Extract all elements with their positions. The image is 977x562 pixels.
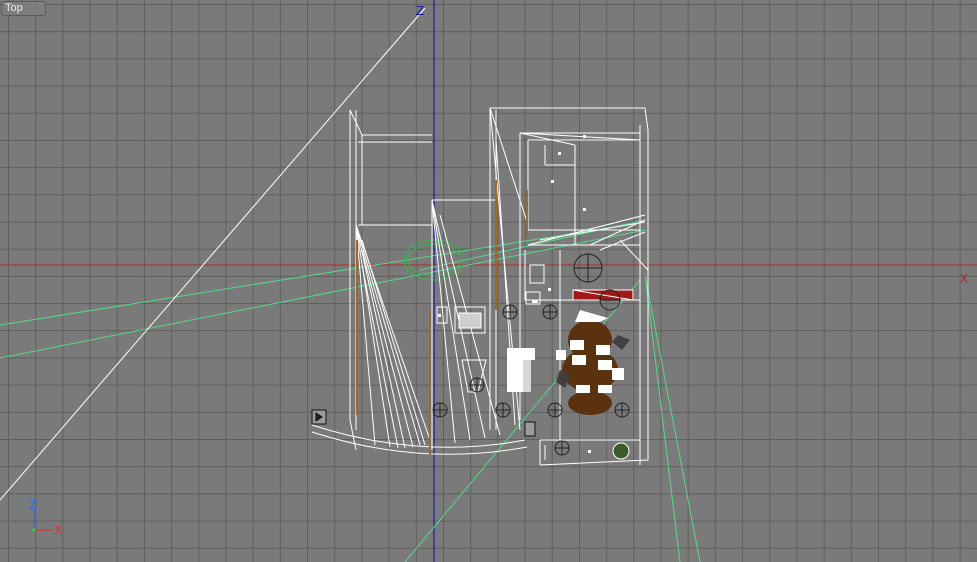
x-axis-label: X	[960, 272, 969, 286]
viewport-label[interactable]: Top	[1, 1, 46, 16]
plant	[612, 442, 630, 460]
kitchen-unit[interactable]	[436, 306, 487, 393]
sofa[interactable]	[507, 348, 535, 392]
gizmo-x-label: X	[54, 523, 63, 537]
viewport-top[interactable]: Top Z X Z X	[0, 0, 977, 562]
scene-wireframe[interactable]	[0, 0, 977, 562]
bed[interactable]	[572, 289, 634, 301]
speaker-icon[interactable]	[311, 409, 536, 437]
gizmo-z-label: Z	[29, 498, 38, 512]
dining-table[interactable]	[556, 310, 630, 415]
z-axis-label: Z	[416, 4, 425, 18]
light-direction-line	[0, 7, 426, 501]
